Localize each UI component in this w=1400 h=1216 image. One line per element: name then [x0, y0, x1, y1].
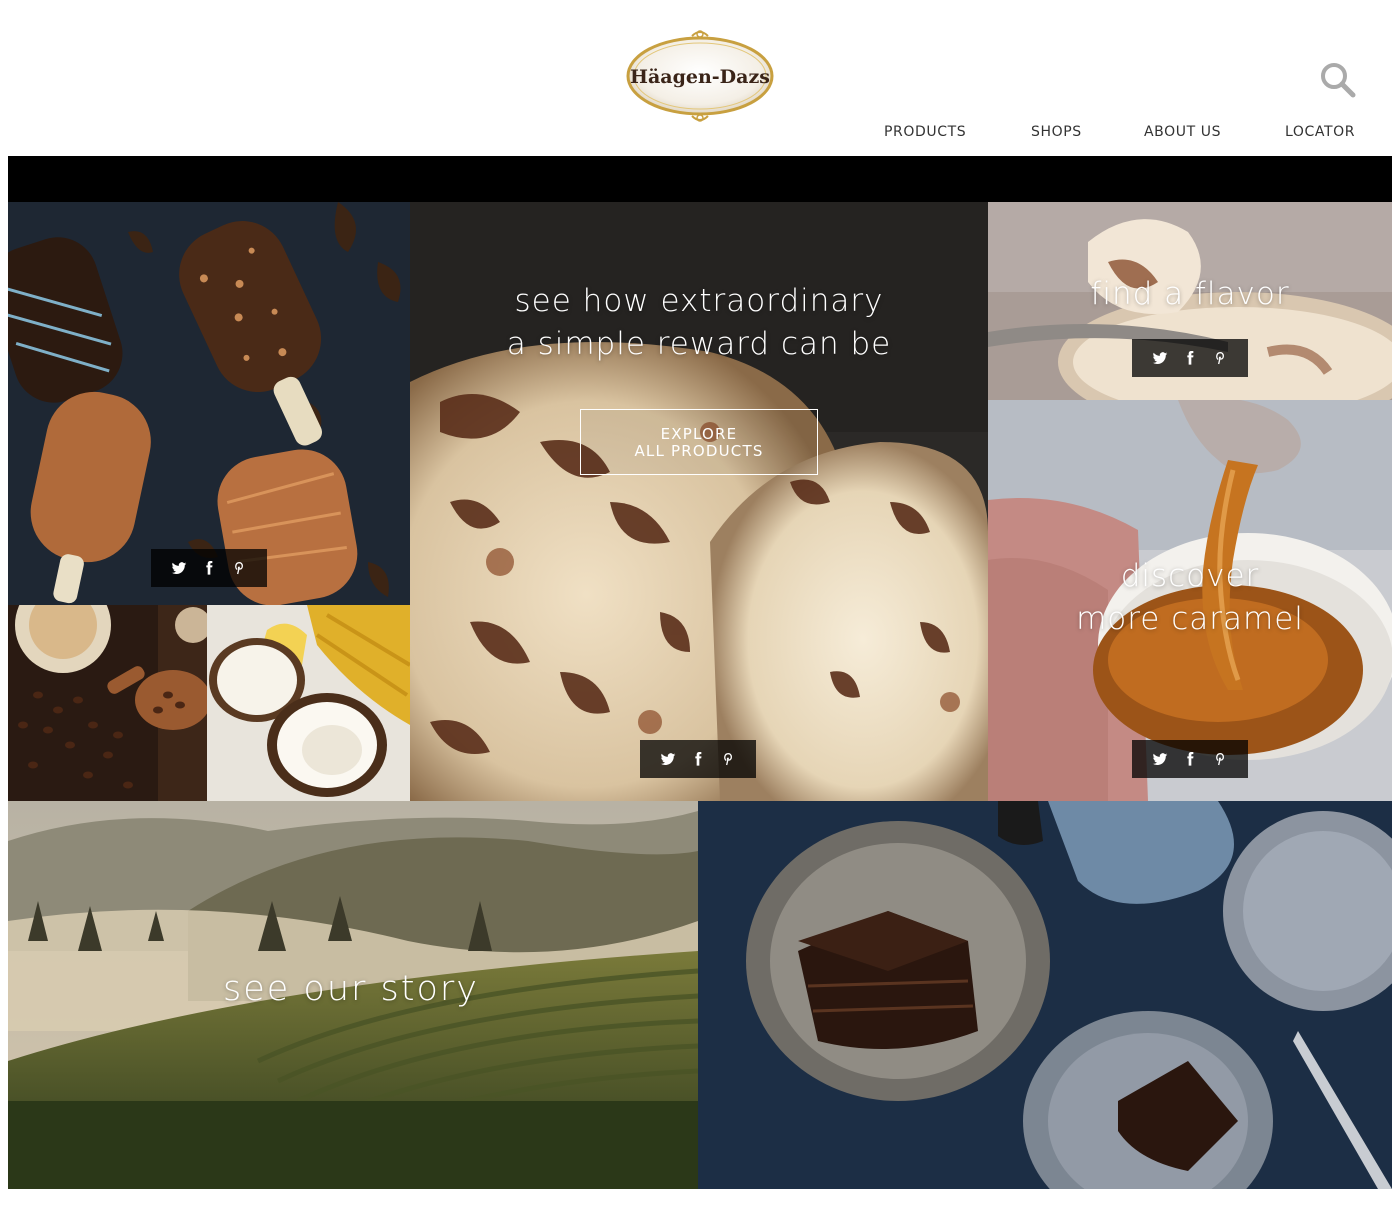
hero-title: see how extraordinary a simple reward ca… — [410, 280, 988, 366]
share-bar — [1132, 339, 1248, 377]
pinterest-icon[interactable] — [1212, 751, 1228, 767]
discover-caramel-title: discover more caramel — [988, 555, 1392, 641]
hero-title-line1: see how extraordinary — [514, 283, 884, 319]
tile-find-a-flavor[interactable]: find a flavor — [988, 202, 1392, 400]
see-our-story-title: see our story — [223, 969, 480, 1009]
nav-shops[interactable]: SHOPS — [1031, 124, 1082, 140]
nav-locator[interactable]: LOCATOR — [1285, 124, 1355, 140]
pinterest-icon[interactable] — [231, 560, 247, 576]
tile-hero[interactable]: see how extraordinary a simple reward ca… — [410, 202, 988, 801]
tile-discover-caramel[interactable]: discover more caramel — [988, 400, 1392, 801]
facebook-icon[interactable] — [690, 751, 706, 767]
site-header: Häagen-Dazs PRODUCTS SHOPS ABOUT US LOCA… — [0, 0, 1400, 156]
twitter-icon[interactable] — [1152, 350, 1168, 366]
facebook-icon[interactable] — [201, 560, 217, 576]
explore-button-line2: ALL PRODUCTS — [634, 442, 764, 460]
facebook-icon[interactable] — [1182, 350, 1198, 366]
coffee-beans-image — [8, 605, 207, 801]
tile-ice-cream-bars[interactable] — [8, 202, 410, 605]
caramel-title-line2: more caramel — [1076, 601, 1304, 637]
banner-bar — [8, 156, 1392, 202]
brand-logo[interactable]: Häagen-Dazs — [622, 28, 778, 124]
pinterest-icon[interactable] — [1212, 350, 1228, 366]
explore-all-products-button[interactable]: EXPLORE ALL PRODUCTS — [580, 409, 818, 475]
tile-see-our-story[interactable]: see our story — [8, 801, 698, 1189]
nav-about-us[interactable]: ABOUT US — [1144, 124, 1221, 140]
svg-text:Häagen-Dazs: Häagen-Dazs — [630, 66, 770, 88]
nav-products[interactable]: PRODUCTS — [884, 124, 966, 140]
explore-button-line1: EXPLORE — [660, 425, 738, 443]
pinterest-icon[interactable] — [720, 751, 736, 767]
coconut-pineapple-image — [207, 605, 410, 801]
find-a-flavor-title: find a flavor — [1090, 276, 1290, 312]
tile-chocolate-cake[interactable] — [698, 801, 1392, 1189]
ice-cream-bars-image — [8, 202, 410, 605]
caramel-title-line1: discover — [1120, 558, 1260, 594]
twitter-icon[interactable] — [660, 751, 676, 767]
search-icon[interactable] — [1318, 60, 1358, 100]
tile-coconut-pineapple[interactable] — [207, 605, 410, 801]
twitter-icon[interactable] — [171, 560, 187, 576]
tile-coffee[interactable] — [8, 605, 207, 801]
share-bar — [640, 740, 756, 778]
main-nav: PRODUCTS SHOPS ABOUT US LOCATOR — [0, 124, 1400, 148]
share-bar — [1132, 740, 1248, 778]
share-bar — [151, 549, 267, 587]
twitter-icon[interactable] — [1152, 751, 1168, 767]
facebook-icon[interactable] — [1182, 751, 1198, 767]
hero-title-line2: a simple reward can be — [506, 326, 892, 362]
chocolate-cake-image — [698, 801, 1392, 1189]
